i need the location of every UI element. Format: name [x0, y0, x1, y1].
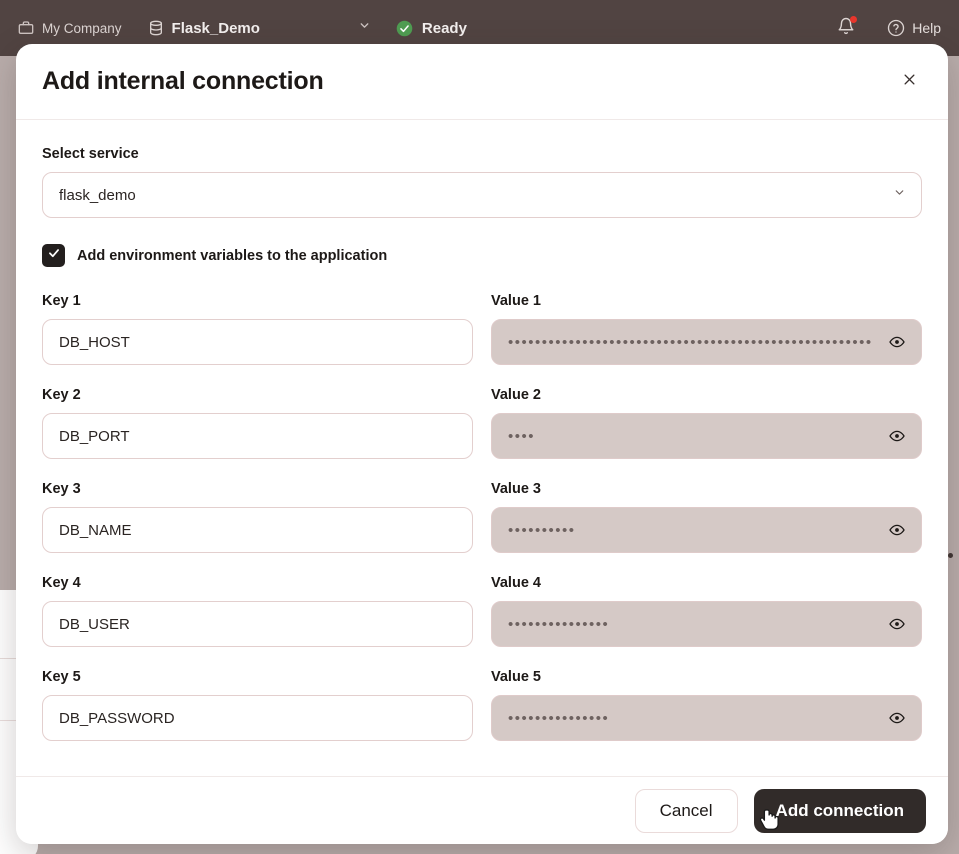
key-input[interactable] — [42, 319, 473, 365]
env-variables-checkbox-label: Add environment variables to the applica… — [77, 247, 388, 264]
select-service-value: flask_demo — [59, 186, 136, 204]
value-field-wrapper: ••••••••••••••• — [491, 695, 922, 741]
value-field-wrapper: •••••••••• — [491, 507, 922, 553]
check-circle-icon — [396, 20, 413, 37]
select-service-wrapper: flask_demo — [42, 172, 922, 218]
value-column: Value 3 •••••••••• — [491, 481, 922, 553]
key-value-row: Key 1 Value 1 ••••••••••••••••••••••••••… — [42, 293, 922, 365]
value-masked-text: ••••••••••••••••••••••••••••••••••••••••… — [508, 333, 873, 351]
key-input[interactable] — [42, 601, 473, 647]
key-input[interactable] — [42, 695, 473, 741]
dialog-body[interactable]: Select service flask_demo Add environmen… — [16, 120, 948, 776]
add-connection-button[interactable]: Add connection — [753, 788, 926, 833]
value-masked-input[interactable]: •••• — [491, 413, 922, 459]
key-value-row: Key 4 Value 4 ••••••••••••••• — [42, 575, 922, 647]
cancel-button[interactable]: Cancel — [634, 788, 738, 833]
value-field-wrapper: ••••••••••••••••••••••••••••••••••••••••… — [491, 319, 922, 365]
value-column: Value 5 ••••••••••••••• — [491, 669, 922, 741]
add-internal-connection-dialog: Add internal connection Select service f… — [16, 44, 948, 844]
value-label: Value 5 — [491, 669, 541, 685]
key-label: Key 4 — [42, 575, 81, 591]
value-masked-text: ••••••••••••••• — [508, 709, 610, 727]
select-service-label: Select service — [42, 146, 139, 162]
value-label: Value 4 — [491, 575, 541, 591]
status-badge: Ready — [396, 20, 467, 37]
close-button[interactable] — [894, 67, 924, 97]
project-label: Flask_Demo — [171, 19, 260, 37]
help-label: Help — [912, 20, 941, 36]
value-masked-text: ••••••••••••••• — [508, 615, 610, 633]
eye-icon[interactable] — [886, 707, 908, 729]
key-column: Key 4 — [42, 575, 473, 647]
value-label: Value 1 — [491, 293, 541, 309]
key-label: Key 3 — [42, 481, 81, 497]
value-field-wrapper: •••• — [491, 413, 922, 459]
chevron-down-icon — [358, 19, 371, 37]
eye-icon[interactable] — [886, 613, 908, 635]
value-column: Value 2 •••• — [491, 387, 922, 459]
value-column: Value 1 ••••••••••••••••••••••••••••••••… — [491, 293, 922, 365]
value-masked-input[interactable]: ••••••••••••••• — [491, 601, 922, 647]
status-label: Ready — [421, 19, 467, 37]
company-selector[interactable]: My Company — [18, 20, 122, 36]
value-masked-text: •••••••••• — [508, 521, 576, 539]
dialog-header: Add internal connection — [16, 44, 948, 120]
value-masked-input[interactable]: ••••••••••••••••••••••••••••••••••••••••… — [491, 319, 922, 365]
project-dropdown-button[interactable] — [352, 15, 378, 41]
key-column: Key 3 — [42, 481, 473, 553]
database-icon — [148, 20, 164, 36]
value-masked-input[interactable]: •••••••••• — [491, 507, 922, 553]
dialog-title: Add internal connection — [42, 67, 324, 95]
background-dot — [948, 553, 953, 558]
key-label: Key 5 — [42, 669, 81, 685]
eye-icon[interactable] — [886, 425, 908, 447]
key-value-row: Key 3 Value 3 •••••••••• — [42, 481, 922, 553]
project-selector[interactable]: Flask_Demo — [148, 20, 260, 37]
key-value-row: Key 5 Value 5 ••••••••••••••• — [42, 669, 922, 741]
value-label: Value 3 — [491, 481, 541, 497]
value-field-wrapper: ••••••••••••••• — [491, 601, 922, 647]
key-input[interactable] — [42, 413, 473, 459]
dialog-footer: Cancel Add connection — [16, 776, 948, 844]
question-circle-icon — [887, 19, 905, 37]
value-masked-text: •••• — [508, 427, 536, 445]
help-button[interactable]: Help — [887, 19, 941, 37]
key-input[interactable] — [42, 507, 473, 553]
notifications-button[interactable] — [833, 15, 859, 41]
env-variables-checkbox[interactable] — [42, 244, 65, 267]
company-label: My Company — [42, 20, 122, 36]
briefcase-icon — [18, 20, 34, 36]
check-icon — [47, 246, 61, 265]
key-column: Key 5 — [42, 669, 473, 741]
value-masked-input[interactable]: ••••••••••••••• — [491, 695, 922, 741]
notification-dot — [850, 16, 858, 23]
select-service-dropdown[interactable]: flask_demo — [42, 172, 922, 218]
key-label: Key 2 — [42, 387, 81, 403]
eye-icon[interactable] — [886, 519, 908, 541]
key-column: Key 1 — [42, 293, 473, 365]
env-variables-checkbox-row[interactable]: Add environment variables to the applica… — [42, 244, 922, 267]
eye-icon[interactable] — [886, 331, 908, 353]
key-column: Key 2 — [42, 387, 473, 459]
key-label: Key 1 — [42, 293, 81, 309]
close-icon — [902, 72, 917, 92]
value-label: Value 2 — [491, 387, 541, 403]
value-column: Value 4 ••••••••••••••• — [491, 575, 922, 647]
body-bottom-spacer — [42, 763, 922, 776]
key-value-row: Key 2 Value 2 •••• — [42, 387, 922, 459]
